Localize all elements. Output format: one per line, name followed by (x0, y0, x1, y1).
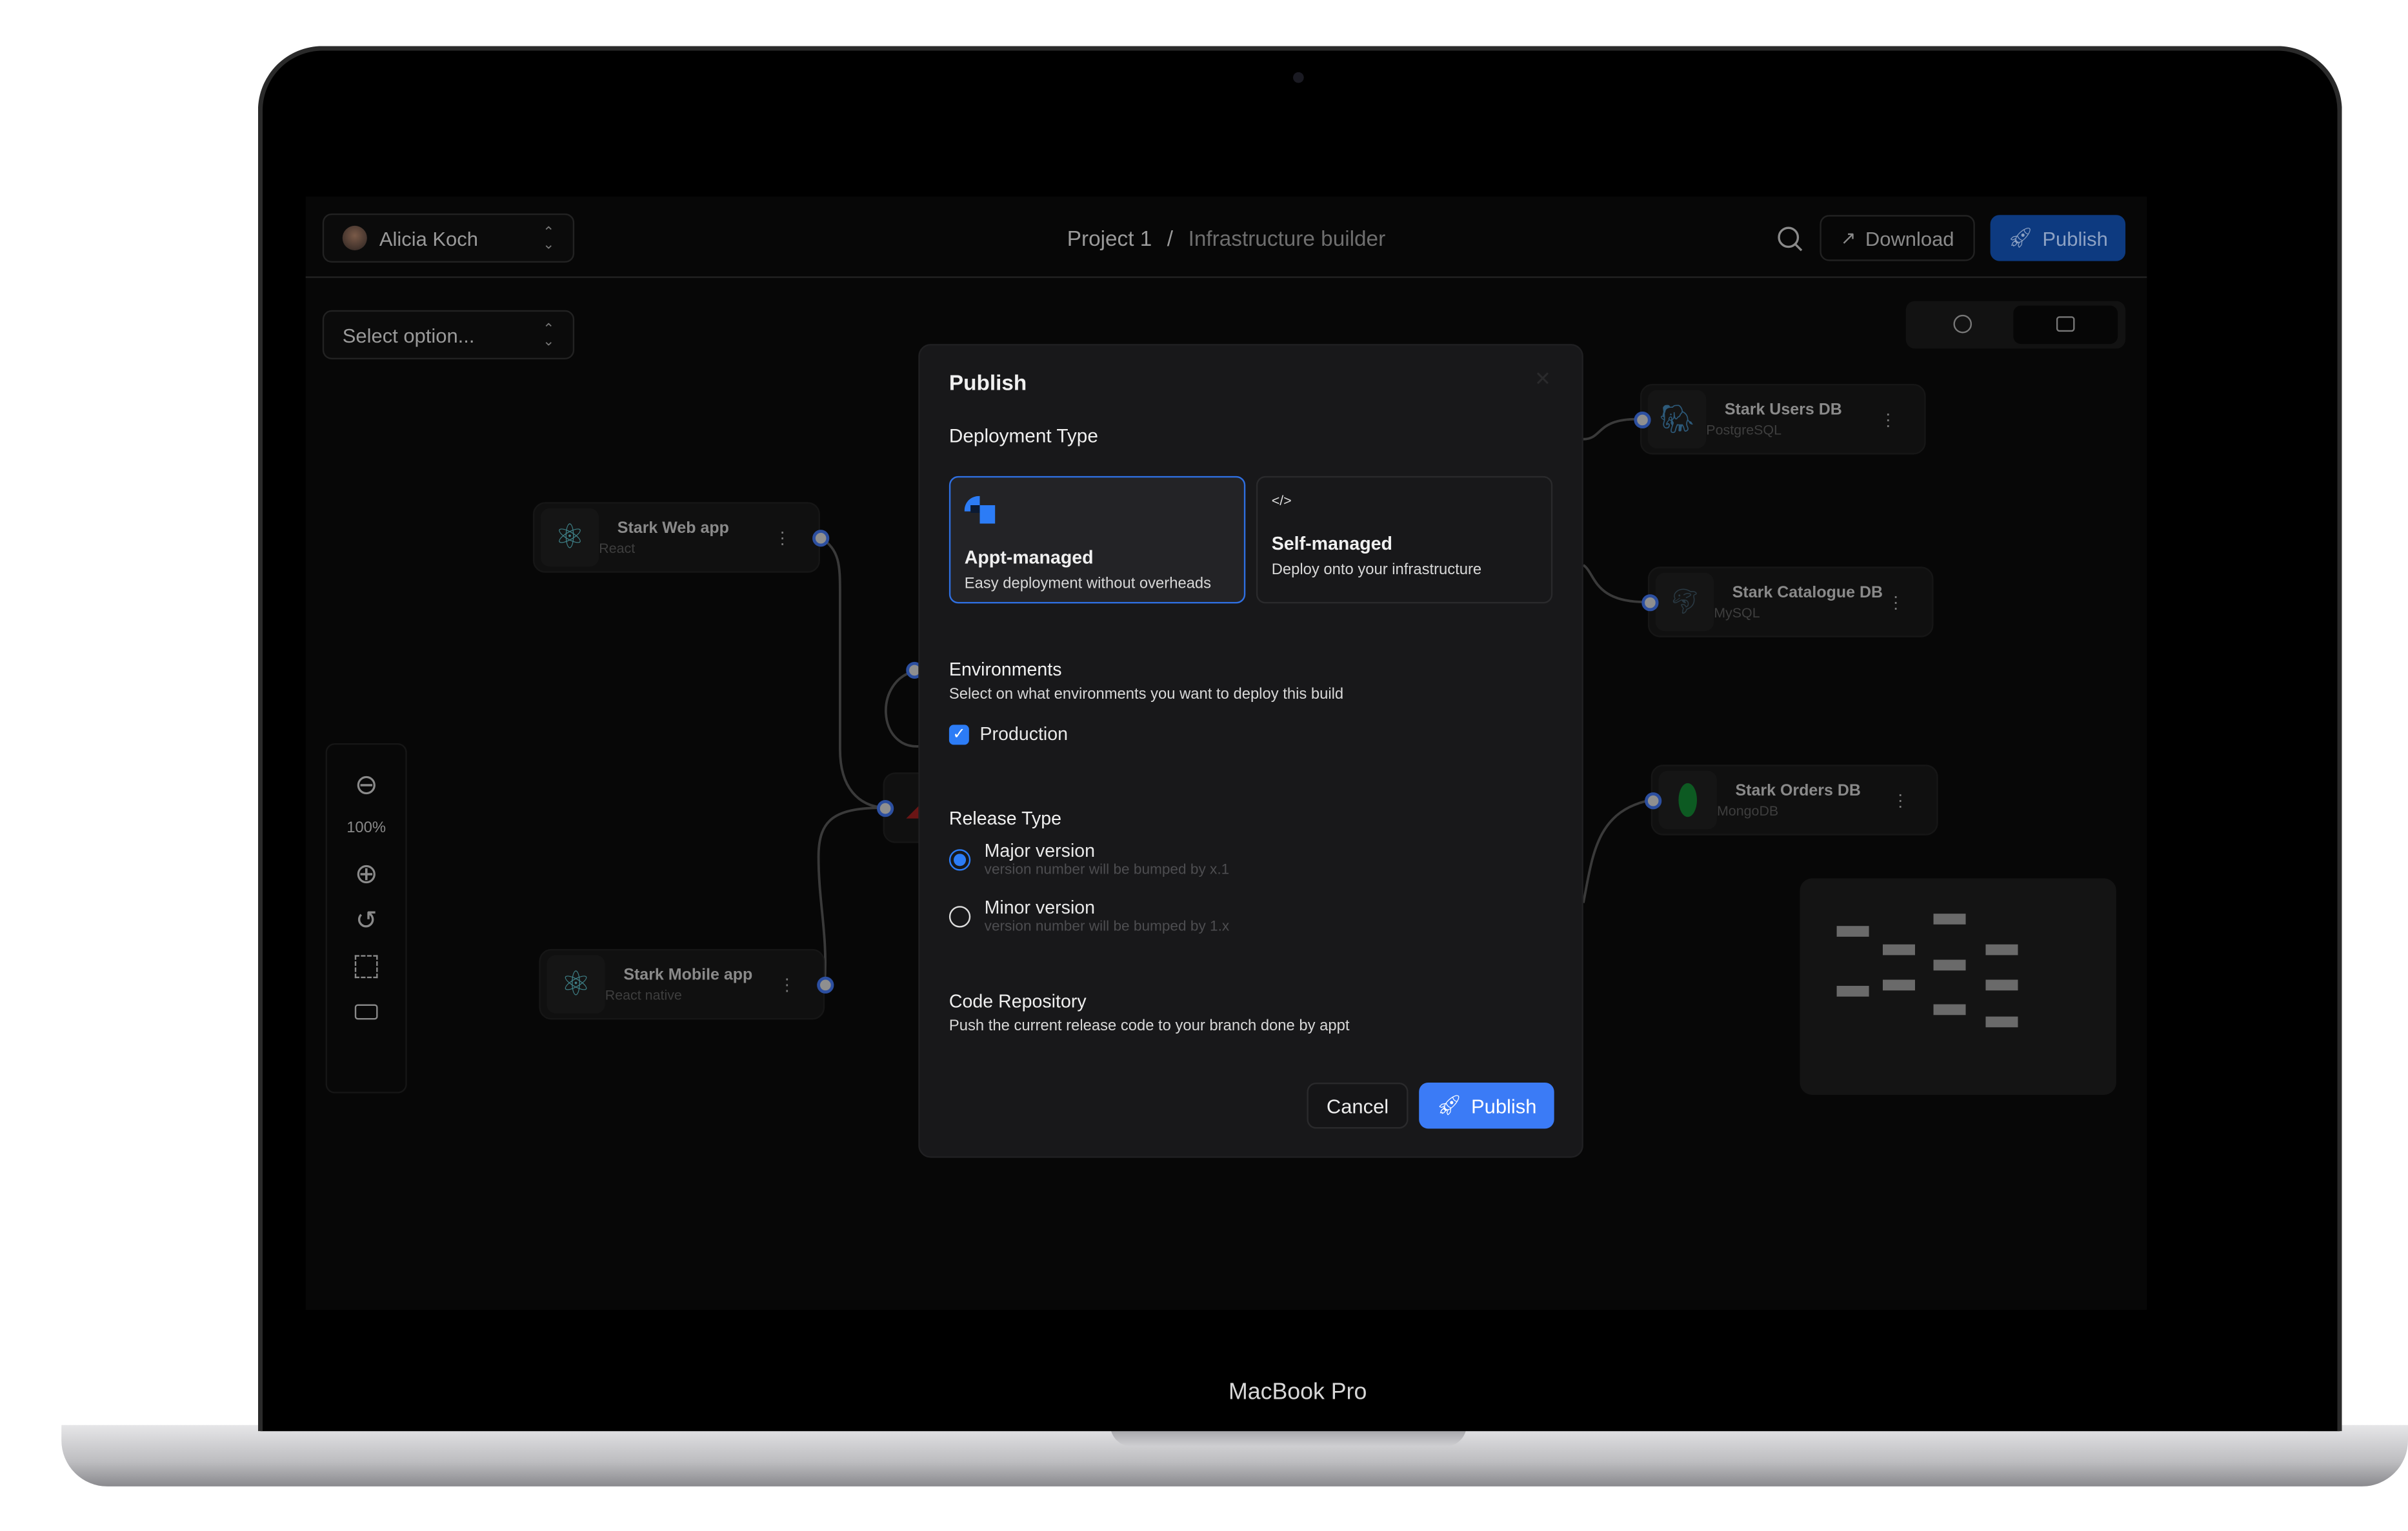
monitor-icon (2056, 316, 2075, 332)
node-port[interactable] (1641, 594, 1659, 612)
deployment-type-label: Deployment Type (948, 425, 1098, 447)
major-version-option[interactable]: Major version version number will be bum… (985, 840, 1230, 879)
node-subtitle: React native (605, 987, 682, 1003)
code-repository-desc: Push the current release code to your br… (948, 1018, 1350, 1036)
more-options-icon[interactable]: ⋮ (774, 528, 791, 548)
cancel-label: Cancel (1326, 1094, 1389, 1117)
more-options-icon[interactable]: ⋮ (1880, 409, 1896, 430)
rocket-icon: 🚀︎ (1436, 1093, 1462, 1117)
search-icon[interactable] (1775, 224, 1804, 253)
node-web-app[interactable]: ⚛ Stark Web app React ⋮ (532, 502, 830, 573)
select-placeholder: Select option... (342, 323, 475, 346)
zoom-out-icon[interactable]: ⊖ (327, 769, 405, 801)
device-label: MacBook Pro (1229, 1379, 1367, 1405)
breadcrumb-separator: / (1167, 225, 1174, 250)
option-self-managed[interactable]: </> Self-managed Deploy onto your infras… (1256, 475, 1553, 604)
circle-view-icon[interactable] (1953, 314, 1972, 334)
close-icon[interactable]: ✕ (1534, 367, 1551, 392)
cancel-button[interactable]: Cancel (1307, 1082, 1409, 1129)
publish-button[interactable]: 🚀︎ Publish (1419, 1082, 1554, 1129)
radio-desc: version number will be bumped by 1.x (984, 918, 1230, 936)
edge-loop (885, 670, 920, 748)
minimap[interactable] (1800, 878, 2116, 1096)
node-orders-db[interactable]: Stark Orders DB MongoDB ⋮ (1645, 765, 1938, 836)
mysql-icon: 🐬︎ (1655, 572, 1714, 632)
breadcrumb-current: Infrastructure builder (1188, 225, 1386, 250)
history-icon[interactable]: ↺ (327, 906, 405, 937)
chevron-up-down-icon: ⌃ ⌄ (543, 321, 555, 349)
more-options-icon[interactable]: ⋮ (1887, 592, 1904, 612)
edge-to-orders-db (1582, 799, 1651, 903)
zoom-in-icon[interactable]: ⊕ (327, 858, 405, 890)
radio-desc: version number will be bumped by x.1 (984, 861, 1230, 879)
node-port[interactable] (817, 976, 834, 994)
release-type-label: Release Type (948, 807, 1062, 830)
node-title: Stark Mobile app (623, 966, 753, 985)
node-port[interactable] (1645, 792, 1662, 810)
view-toggle (1905, 301, 2126, 349)
environments-label: Environments (948, 659, 1062, 681)
radio-label: Major version (984, 839, 1096, 862)
code-repository-label: Code Repository (948, 990, 1087, 1012)
option-title: Self-managed (1271, 532, 1393, 555)
option-title: Appt-managed (964, 546, 1094, 568)
production-checkbox[interactable]: ✓ Production (948, 723, 1069, 745)
postgresql-icon: 🐘︎ (1647, 390, 1707, 448)
zoom-toolbar: ⊖ 100% ⊕ ↺ (325, 743, 407, 1094)
checkbox-label: Production (979, 723, 1069, 745)
download-label: Download (1865, 226, 1954, 250)
publish-label: Publish (1470, 1094, 1537, 1117)
node-subtitle: PostgreSQL (1706, 422, 1781, 438)
node-port[interactable] (1634, 411, 1651, 429)
fit-view-icon[interactable] (354, 955, 378, 979)
app-screen: Alicia Koch ⌃ ⌄ Project 1 / Infrastructur… (305, 196, 2147, 1310)
radio-major[interactable] (948, 849, 971, 871)
minimap-blocks (1836, 914, 2018, 1028)
external-link-icon: ↗ (1840, 227, 1856, 249)
zoom-level: 100% (346, 819, 386, 837)
rocket-icon: 🚀︎ (2007, 225, 2034, 249)
edge-web-to-service (819, 536, 885, 809)
radio-label: Minor version (984, 896, 1096, 919)
download-button[interactable]: ↗ Download (1820, 215, 1975, 261)
node-port[interactable] (877, 800, 894, 817)
minor-version-option[interactable]: Minor version version number will be bum… (985, 897, 1230, 936)
node-title: Stark Users DB (1724, 401, 1842, 419)
device-view-tab[interactable] (2013, 305, 2118, 345)
node-mobile-app[interactable]: ⚛ Stark Mobile app React native ⋮ (539, 948, 834, 1020)
react-icon: ⚛ (540, 508, 599, 567)
node-port[interactable] (812, 530, 830, 547)
code-icon: </> (1271, 493, 1292, 508)
node-subtitle: MySQL (1714, 605, 1760, 621)
appt-logo-icon (964, 495, 996, 524)
node-title: Stark Catalogue DB (1732, 583, 1883, 602)
edge-to-catalogue-db (1582, 564, 1650, 603)
node-catalogue-db[interactable]: 🐬︎ Stark Catalogue DB MySQL ⋮ (1641, 566, 1934, 637)
radio-minor[interactable] (948, 906, 971, 928)
more-options-icon[interactable]: ⋮ (779, 974, 796, 995)
mongodb-icon (1658, 770, 1717, 830)
node-title: Stark Web app (617, 519, 729, 538)
node-subtitle: React (599, 540, 636, 556)
dialog-title: Publish (948, 370, 1027, 395)
edge-to-users-db (1583, 417, 1642, 441)
checkbox-checked-icon: ✓ (948, 724, 969, 745)
option-desc: Deploy onto your infrastructure (1271, 562, 1482, 579)
node-subtitle: MongoDB (1716, 803, 1779, 819)
header-publish-label: Publish (2042, 226, 2108, 250)
react-icon: ⚛ (547, 955, 605, 1014)
option-select[interactable]: Select option... ⌃ ⌄ (322, 310, 575, 359)
option-appt-managed[interactable]: Appt-managed Easy deployment without ove… (948, 475, 1246, 604)
edge-mobile-to-service (817, 806, 885, 983)
environments-desc: Select on what environments you want to … (948, 686, 1344, 704)
node-users-db[interactable]: 🐘︎ Stark Users DB PostgreSQL ⋮ (1634, 384, 1926, 455)
header-publish-button[interactable]: 🚀︎ Publish (1990, 215, 2126, 261)
more-options-icon[interactable]: ⋮ (1892, 790, 1909, 810)
option-desc: Easy deployment without overheads (964, 575, 1212, 593)
node-title: Stark Orders DB (1735, 781, 1861, 801)
breadcrumb-project[interactable]: Project 1 (1067, 226, 1152, 250)
publish-dialog: Publish ✕ Deployment Type Appt-managed E… (918, 344, 1583, 1158)
unlock-icon[interactable] (354, 1004, 378, 1020)
camera (1293, 72, 1304, 83)
